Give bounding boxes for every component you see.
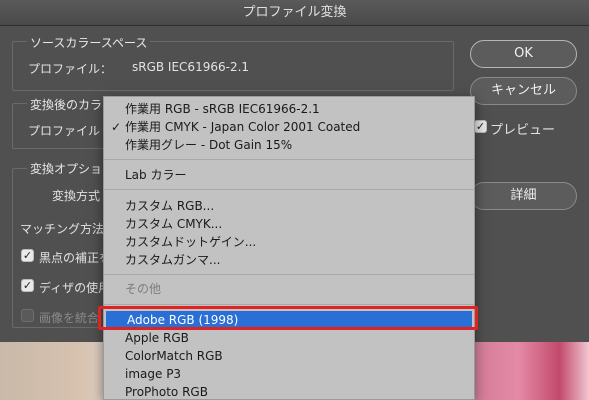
black-point-label: 黒点の補正を (39, 251, 112, 265)
source-group-title: ソースカラースペース (27, 34, 151, 51)
menu-item-working-cmyk[interactable]: ✓ 作業用 CMYK - Japan Color 2001 Coated (104, 118, 474, 136)
menu-item-prophoto-rgb[interactable]: ProPhoto RGB (104, 383, 474, 399)
black-point-checkbox[interactable]: ✓ (21, 249, 34, 262)
source-profile-label: プロファイル： (28, 62, 113, 76)
menu-separator (104, 189, 474, 190)
source-profile-value: sRGB IEC61966-2.1 (132, 60, 250, 74)
dither-label: ディザの使用 (39, 281, 111, 295)
menu-item-custom-dot-gain[interactable]: カスタムドットゲイン... (104, 233, 474, 251)
ok-button[interactable]: OK (470, 40, 577, 68)
cancel-button[interactable]: キャンセル (470, 77, 577, 105)
menu-item-working-gray[interactable]: 作業用グレー - Dot Gain 15% (104, 136, 474, 154)
menu-item-custom-rgb[interactable]: カスタム RGB... (104, 197, 474, 215)
menu-separator (104, 304, 474, 305)
checkmark-icon: ✓ (111, 120, 122, 134)
preview-checkbox[interactable]: ✓ (474, 120, 487, 133)
preview-label: プレビュー (490, 123, 556, 138)
menu-item-custom-gamma[interactable]: カスタムガンマ... (104, 251, 474, 269)
details-button[interactable]: 詳細 (470, 182, 577, 210)
menu-item-lab[interactable]: Lab カラー (104, 166, 474, 184)
menu-item-custom-cmyk[interactable]: カスタム CMYK... (104, 215, 474, 233)
method-label: 変換方式 (52, 189, 101, 203)
dither-checkbox[interactable]: ✓ (21, 279, 34, 292)
menu-header-other: その他 (125, 282, 162, 296)
menu-separator (104, 274, 474, 275)
menu-item-working-rgb[interactable]: 作業用 RGB - sRGB IEC61966-2.1 (104, 100, 474, 118)
menu-separator (104, 159, 474, 160)
profile-dropdown-menu: 作業用 RGB - sRGB IEC61966-2.1 ✓ 作業用 CMYK -… (103, 96, 475, 400)
annotation-highlight-box (98, 306, 478, 330)
dialog-title: プロファイル変換 (0, 0, 589, 26)
menu-item-apple-rgb[interactable]: Apple RGB (104, 329, 474, 347)
dest-profile-label: プロファイル (28, 124, 101, 138)
flatten-label: 画像を統合 (39, 311, 100, 325)
menu-item-colormatch-rgb[interactable]: ColorMatch RGB (104, 347, 474, 365)
matching-label: マッチング方法 (20, 222, 105, 236)
menu-item-image-p3[interactable]: image P3 (104, 365, 474, 383)
flatten-checkbox[interactable] (21, 309, 34, 322)
